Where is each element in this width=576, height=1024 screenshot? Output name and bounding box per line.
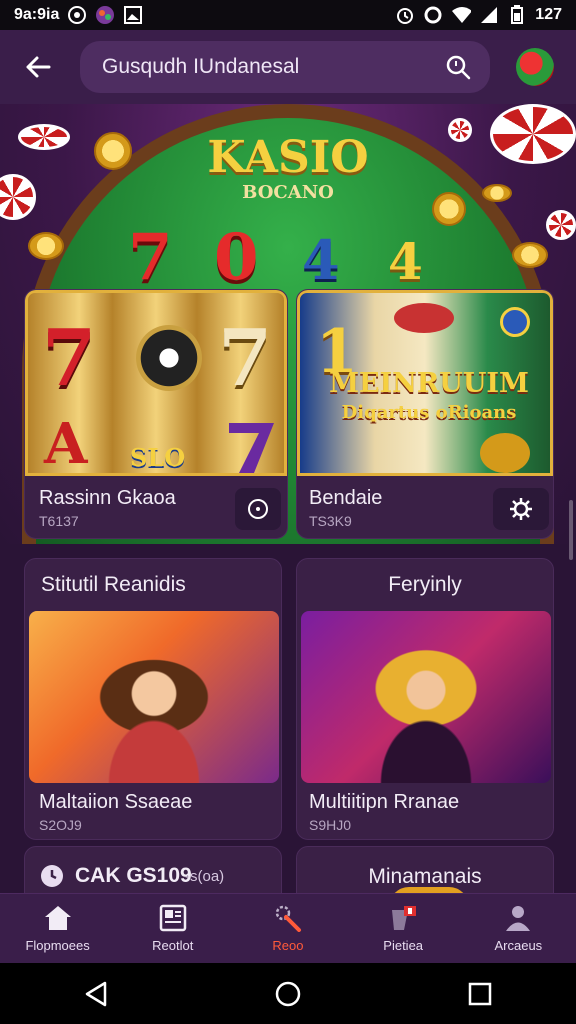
gold-coin-icon — [28, 232, 64, 260]
game-info-button[interactable] — [235, 488, 281, 530]
promo-subtitle: S9HJ0 — [309, 817, 352, 833]
info-icon — [248, 499, 268, 519]
promo-subtitle: S2OJ9 — [39, 817, 82, 833]
slot-banner-subtitle: Diqartus oRioans — [341, 402, 517, 423]
nav-item-home[interactable]: Flopmoees — [8, 904, 108, 953]
wifi-icon — [451, 5, 472, 25]
felt-number: 7 — [128, 220, 173, 295]
purple-seven-icon — [229, 423, 274, 473]
wand-icon — [275, 905, 301, 932]
lower-card-title: CAK GS109 — [75, 864, 192, 887]
clock-icon — [41, 865, 63, 887]
game-title: Bendaie — [309, 487, 383, 509]
recents-square-icon[interactable] — [465, 979, 495, 1009]
felt-number: 0 — [214, 220, 259, 295]
app-header: Gusqudh IUndanesal — [0, 30, 576, 104]
nav-label: Reotlot — [152, 938, 194, 953]
hero-subtitle: BOCANO — [242, 182, 334, 203]
system-navigation-bar — [0, 963, 576, 1024]
home-icon — [44, 906, 71, 930]
search-text: Gusqudh IUndanesal — [102, 55, 300, 78]
slot-banner-title: MEINRUUIM — [329, 368, 529, 399]
nav-item-gifts[interactable]: Pietiea — [353, 904, 453, 953]
slot-banner: MEINRUUIM Diqartus oRioans — [314, 368, 544, 426]
game-title: Rassinn Gkaoa — [39, 487, 176, 509]
casino-chip-icon — [546, 210, 576, 240]
battery-level: 127 — [535, 6, 562, 23]
nav-item-list[interactable]: Reotlot — [123, 904, 223, 953]
slot-reels-image: 7 A 7 SLO — [25, 290, 287, 477]
reel-symbol: 7 — [218, 313, 273, 404]
reel-symbol: 7 — [42, 313, 97, 404]
lower-card-title: Minamanais — [368, 865, 482, 888]
nav-item-profile[interactable]: Arcaeus — [468, 904, 568, 953]
search-icon[interactable] — [444, 53, 472, 81]
back-triangle-icon[interactable] — [81, 979, 111, 1009]
status-bar: 9a:9ia 127 — [0, 0, 576, 30]
promo-card[interactable]: Feryinly Multiitipn Rranae S9HJ0 — [296, 558, 554, 840]
bottom-navigation: Flopmoees Reotlot Reoo Pietiea Arcaeus — [0, 893, 576, 963]
slot-reels-image: 1 MEINRUUIM Diqartus oRioans — [297, 290, 553, 476]
person-icon — [506, 906, 531, 931]
notification-circle-icon — [67, 5, 87, 25]
lower-card-subtitle: -s(oa) — [185, 868, 225, 885]
gift-icon — [392, 906, 417, 930]
gold-coin-icon — [512, 242, 548, 268]
app-notification-icon — [95, 5, 115, 25]
felt-number: 4 — [302, 228, 340, 292]
status-time: 9a:9ia — [14, 6, 60, 23]
promo-character-image — [29, 611, 279, 783]
felt-number: 4 — [388, 232, 423, 291]
nav-label: Reoo — [272, 938, 304, 953]
nav-label: Arcaeus — [494, 938, 543, 953]
gold-coin-icon — [480, 433, 530, 473]
game-subtitle: T6137 — [39, 513, 79, 529]
profile-avatar-button[interactable] — [516, 48, 554, 86]
promo-character-image — [301, 611, 551, 783]
nav-label: Pietiea — [383, 938, 424, 953]
arrow-left-icon — [26, 56, 51, 78]
reel-symbol: SLO — [130, 443, 186, 472]
poker-chip-icon — [136, 325, 202, 391]
promo-card[interactable]: Stitutil Reanidis Maltaiion Ssaeae S2OJ9 — [24, 558, 282, 840]
hero-title: KASIO — [207, 132, 369, 183]
gallery-notification-icon — [123, 5, 143, 25]
promo-title: Maltaiion Ssaeae — [39, 791, 193, 813]
reel-symbol: A — [44, 411, 88, 477]
nav-item-active[interactable]: Reoo — [238, 904, 338, 953]
blue-gem-icon — [500, 307, 530, 337]
promo-header: Stitutil Reanidis — [41, 573, 186, 596]
game-card[interactable]: 1 MEINRUUIM Diqartus oRioans Bendaie TS3… — [296, 289, 554, 539]
back-button[interactable] — [14, 43, 62, 91]
home-circle-icon[interactable] — [273, 979, 303, 1009]
nav-label: Flopmoees — [25, 938, 90, 953]
alarm-icon — [395, 5, 415, 25]
promo-header: Feryinly — [388, 573, 462, 596]
vibrate-icon — [423, 5, 443, 25]
promo-title: Multiitipn Rranae — [309, 791, 460, 813]
scrollbar[interactable] — [569, 500, 573, 560]
game-card[interactable]: 7 A 7 SLO Rassinn Gkaoa T6137 — [24, 289, 288, 539]
list-icon — [159, 904, 187, 932]
search-input[interactable]: Gusqudh IUndanesal — [80, 41, 490, 93]
signal-icon — [479, 5, 499, 25]
red-gem-icon — [394, 303, 454, 333]
game-settings-button[interactable] — [493, 488, 549, 530]
gear-icon — [510, 498, 532, 520]
game-subtitle: TS3K9 — [309, 513, 352, 529]
battery-icon — [507, 5, 527, 25]
